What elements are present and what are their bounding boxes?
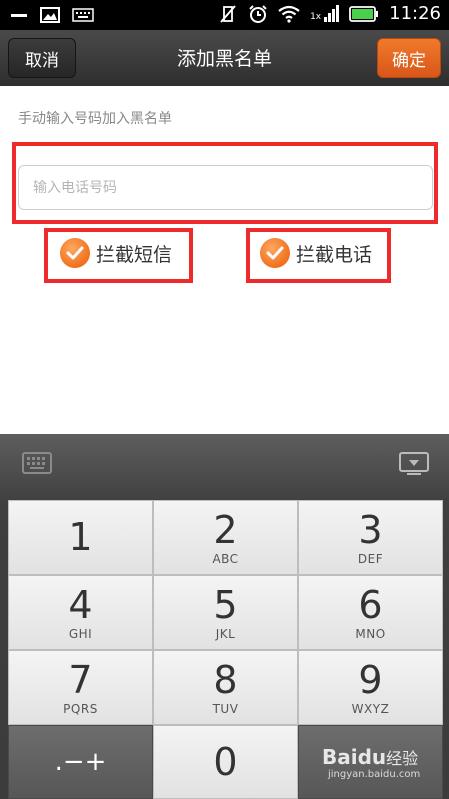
minus-icon xyxy=(11,14,27,17)
key-1[interactable]: 1 xyxy=(8,500,153,575)
baidu-jingyan-watermark: Baidu经验 jingyan.baidu.com xyxy=(322,745,420,780)
keyboard-notification-icon xyxy=(72,8,94,22)
watermark-brand: Baidu xyxy=(322,745,387,769)
keyboard-switch-icon[interactable] xyxy=(22,452,52,474)
checkmark-icon xyxy=(60,238,90,268)
key-0[interactable]: 0 xyxy=(153,725,298,799)
instruction-label: 手动输入号码加入黑名单 xyxy=(18,111,172,127)
phone-number-input[interactable] xyxy=(18,165,433,210)
key-3[interactable]: 3 DEF xyxy=(298,500,443,575)
title-bar: 取消 添加黑名单 确定 xyxy=(0,30,449,86)
wifi-icon xyxy=(278,5,300,23)
key-symbols[interactable]: .−+ xyxy=(8,725,153,799)
key-2[interactable]: 2 ABC xyxy=(153,500,298,575)
block-sms-checkbox[interactable]: 拦截短信 xyxy=(60,238,172,268)
key-8[interactable]: 8 TUV xyxy=(153,650,298,725)
battery-icon xyxy=(349,5,379,22)
key-6[interactable]: 6 MNO xyxy=(298,575,443,650)
clock-time: 11:26 xyxy=(389,3,441,24)
key-7[interactable]: 7 PQRS xyxy=(8,650,153,725)
watermark-url: jingyan.baidu.com xyxy=(328,769,421,780)
confirm-button[interactable]: 确定 xyxy=(377,38,441,78)
checkmark-icon xyxy=(260,238,290,268)
hide-keyboard-icon[interactable] xyxy=(399,452,429,476)
network-type-label: 1x xyxy=(310,12,322,22)
key-9[interactable]: 9 WXYZ xyxy=(298,650,443,725)
vibrate-mute-icon xyxy=(220,4,236,23)
signal-icon: 1x xyxy=(310,5,340,22)
block-call-checkbox[interactable]: 拦截电话 xyxy=(260,238,372,268)
status-bar: 1x 11:26 xyxy=(0,0,449,30)
image-icon xyxy=(40,7,60,23)
key-4[interactable]: 4 GHI xyxy=(8,575,153,650)
block-sms-label: 拦截短信 xyxy=(96,243,173,266)
watermark-cn: 经验 xyxy=(386,749,419,768)
block-call-label: 拦截电话 xyxy=(296,243,373,266)
alarm-icon xyxy=(249,4,267,23)
key-5[interactable]: 5 JKL xyxy=(153,575,298,650)
